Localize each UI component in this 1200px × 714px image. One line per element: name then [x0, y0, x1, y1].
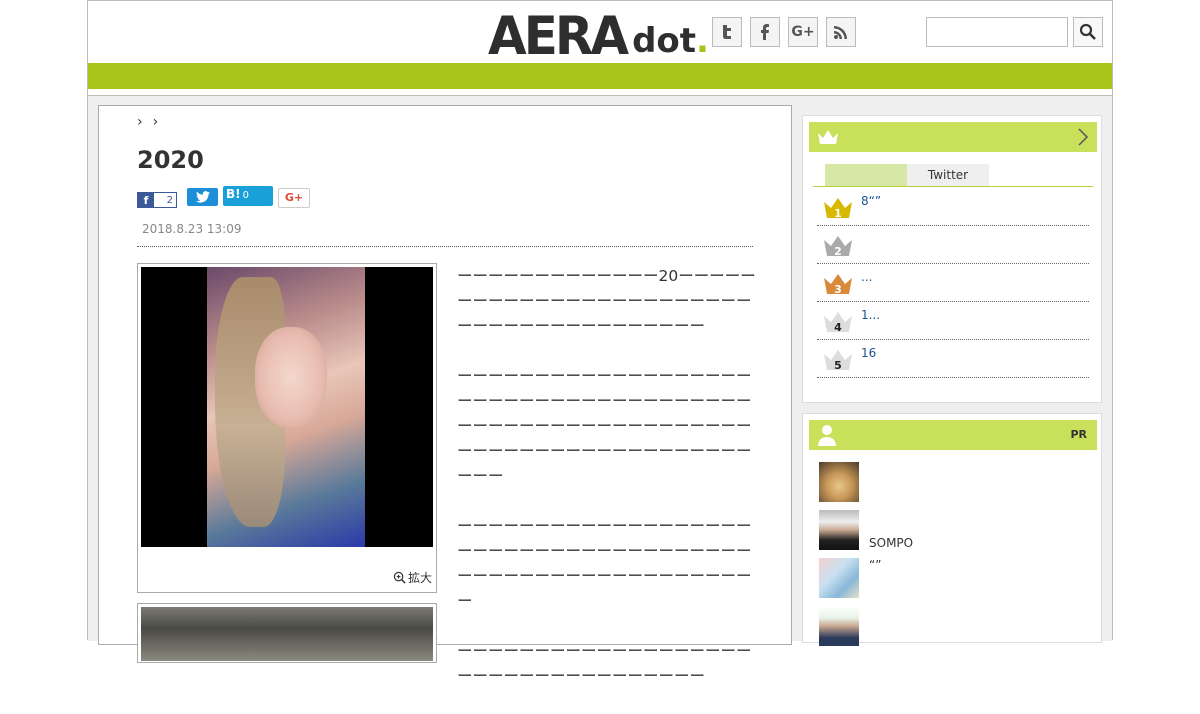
rss-icon[interactable] — [826, 17, 856, 47]
hatena-count: 0 — [242, 190, 249, 201]
publish-date: 2018.8.23 13:09 — [142, 222, 242, 236]
twitter-bird-icon — [195, 191, 210, 203]
ranking-list: 1 8“” 2 3... 4 1... 5 16 — [817, 188, 1089, 378]
article-paragraph: ーーーーーーーーーーーーーーーーーーーーーーーーーーーーーーーーーーーーーーーー… — [457, 517, 752, 610]
svg-text:3: 3 — [834, 283, 842, 296]
facebook-icon: f — [138, 193, 154, 207]
site-logo[interactable]: AERA dot. — [488, 5, 709, 67]
pr-item[interactable]: “” — [817, 554, 1089, 602]
rank-crown-icon: 4 — [824, 312, 852, 334]
tab-underline — [813, 186, 1093, 187]
ranking-item[interactable]: 5 16 — [817, 340, 1089, 378]
article-photo-box: 拡大 — [137, 263, 437, 593]
svg-text:4: 4 — [834, 321, 842, 334]
page-frame: AERA dot. G+ › › 2020 f 2 B! 0 G+ 2018.8… — [87, 0, 1113, 685]
facebook-share-count: 2 — [166, 195, 173, 206]
svg-text:5: 5 — [834, 359, 842, 372]
ranking-widget: Twitter 1 8“” 2 3... 4 1... 5 16 — [802, 115, 1102, 403]
twitter-icon[interactable] — [712, 17, 742, 47]
ranking-tabs: Twitter — [825, 164, 989, 186]
twitter-share-button[interactable] — [187, 188, 218, 206]
google-plus-icon[interactable]: G+ — [788, 17, 818, 47]
search-button[interactable] — [1073, 17, 1103, 47]
rank-crown-icon: 3 — [824, 274, 852, 296]
article-paragraph: ーーーーーーーーーーーーー20ーーーーーーーーーーーーーーーーーーーーーーーーー… — [457, 267, 756, 335]
nav-bar — [88, 63, 1112, 89]
pr-label: PR — [1070, 428, 1087, 441]
article-photo[interactable] — [141, 267, 433, 547]
ranking-item[interactable]: 1 8“” — [817, 188, 1089, 226]
article-photo-box-2 — [137, 603, 437, 663]
logo-period: . — [696, 21, 709, 61]
svg-text:2: 2 — [834, 245, 842, 258]
ranking-header[interactable] — [809, 122, 1097, 152]
logo-aera-text: AERA — [488, 5, 629, 67]
rank-crown-icon: 2 — [824, 236, 852, 258]
article-body: ーーーーーーーーーーーーー20ーーーーーーーーーーーーーーーーーーーーーーーーー… — [457, 264, 757, 714]
ranking-item[interactable]: 4 1... — [817, 302, 1089, 340]
chevron-right-icon[interactable] — [1077, 127, 1089, 147]
search-input[interactable] — [926, 17, 1068, 47]
ranking-item-text[interactable]: ... — [861, 270, 872, 284]
share-buttons: f 2 B! 0 G+ — [137, 186, 310, 208]
hatena-label: B! — [226, 187, 241, 201]
search-icon — [1079, 23, 1096, 40]
ranking-item-text[interactable]: 8“” — [861, 194, 881, 208]
article-paragraph: ーーーーーーーーーーーーーーーーーーーーーーーーーーーーーーーーーーー — [457, 642, 752, 685]
breadcrumb: › › — [137, 114, 158, 130]
social-links: G+ — [712, 17, 856, 47]
pr-thumbnail[interactable] — [819, 606, 859, 646]
article-photo-2[interactable] — [141, 607, 433, 661]
breadcrumb-arrow[interactable]: › — [153, 114, 159, 130]
pr-item[interactable]: SOMPO — [817, 506, 1089, 554]
expand-button[interactable]: 拡大 — [393, 569, 432, 586]
expand-label: 拡大 — [407, 571, 432, 585]
breadcrumb-arrow[interactable]: › — [137, 114, 143, 130]
rank-crown-icon: 5 — [824, 350, 852, 372]
google-plus-share-button[interactable]: G+ — [278, 188, 310, 208]
site-header: AERA dot. G+ — [88, 1, 1112, 63]
article-panel: › › 2020 f 2 B! 0 G+ 2018.8.23 13:09 拡大 … — [98, 105, 792, 685]
svg-text:1: 1 — [834, 207, 842, 220]
divider — [137, 246, 753, 247]
zoom-in-icon — [393, 571, 406, 584]
rank-crown-icon: 1 — [824, 198, 852, 220]
ranking-item-text[interactable]: 1... — [861, 308, 880, 322]
pr-list: SOMPO “” — [817, 458, 1089, 650]
facebook-share-button[interactable]: f 2 — [137, 192, 177, 208]
crown-icon — [818, 130, 838, 144]
pr-widget: PR SOMPO “” — [802, 413, 1102, 646]
logo-dot-text: dot. — [632, 21, 709, 61]
tab-ranking-default[interactable] — [825, 164, 907, 186]
hatena-bookmark-button[interactable]: B! 0 — [223, 186, 273, 206]
ranking-item-text[interactable]: 16 — [861, 346, 876, 360]
facebook-icon[interactable] — [750, 17, 780, 47]
pr-thumbnail[interactable] — [819, 462, 859, 502]
pr-item[interactable] — [817, 602, 1089, 650]
article-title: 2020 — [137, 146, 204, 174]
ranking-item[interactable]: 2 — [817, 226, 1089, 264]
pr-item-text[interactable]: “” — [869, 558, 881, 572]
pr-header: PR — [809, 420, 1097, 450]
pr-item[interactable] — [817, 458, 1089, 506]
logo-sub: dot — [632, 21, 697, 61]
article-paragraph: ーーーーーーーーーーーーーーーーーーーーーーーーーーーーーーーーーーーーーーーー… — [457, 367, 752, 485]
ranking-item[interactable]: 3... — [817, 264, 1089, 302]
pr-thumbnail[interactable] — [819, 510, 859, 550]
photo-face — [255, 327, 327, 427]
pr-thumbnail[interactable] — [819, 558, 859, 598]
tab-twitter[interactable]: Twitter — [907, 164, 989, 186]
photo-portrait — [207, 267, 365, 547]
pr-item-text[interactable]: SOMPO — [869, 536, 913, 550]
person-icon — [818, 425, 836, 446]
